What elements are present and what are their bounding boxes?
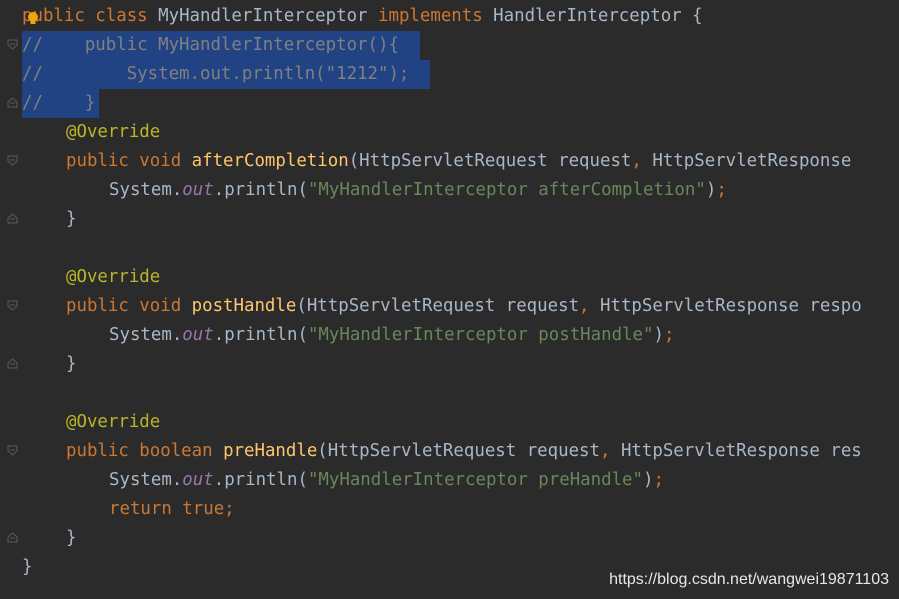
field-out: out xyxy=(182,325,214,345)
params: (HttpServletRequest request xyxy=(296,296,580,316)
code-line-2[interactable]: // public MyHandlerInterceptor(){ xyxy=(0,31,899,60)
comma: , xyxy=(600,441,621,461)
system-ref: System. xyxy=(109,180,183,200)
code-line-6[interactable]: public void afterCompletion(HttpServletR… xyxy=(0,147,899,176)
code-line-15[interactable]: @Override xyxy=(0,408,899,437)
params: (HttpServletRequest request xyxy=(317,441,600,461)
modifiers: public void xyxy=(66,151,192,171)
semicolon: ; xyxy=(224,499,235,519)
system-ref: System. xyxy=(109,325,183,345)
fold-marker-icon[interactable] xyxy=(7,445,18,456)
code-editor[interactable]: public class MyHandlerInterceptor implem… xyxy=(0,0,899,599)
comment-line: // } xyxy=(22,93,96,113)
fold-marker-icon[interactable] xyxy=(7,532,18,543)
system-ref: System. xyxy=(109,470,183,490)
lightbulb-icon[interactable] xyxy=(26,11,40,27)
params: (HttpServletRequest request xyxy=(348,151,632,171)
semicolon: ; xyxy=(716,180,727,200)
println-call: .println( xyxy=(213,180,308,200)
string-literal: "MyHandlerInterceptor afterCompletion" xyxy=(307,180,706,200)
modifiers: public boolean xyxy=(66,441,224,461)
semicolon: ; xyxy=(663,325,675,345)
fold-marker-icon[interactable] xyxy=(7,300,18,311)
watermark-url: https://blog.csdn.net/wangwei19871103 xyxy=(609,571,889,588)
method-name-postHandle: postHandle xyxy=(191,296,297,316)
fold-marker-icon[interactable] xyxy=(7,39,18,50)
code-line-16[interactable]: public boolean preHandle(HttpServletRequ… xyxy=(0,437,899,466)
string-literal: "MyHandlerInterceptor postHandle" xyxy=(307,325,654,345)
field-out: out xyxy=(182,180,214,200)
code-line-8[interactable]: } xyxy=(0,205,899,234)
code-line-19[interactable]: } xyxy=(0,524,899,553)
comment-line: // public MyHandlerInterceptor(){ xyxy=(22,35,399,55)
paren: ) xyxy=(653,325,664,345)
method-name-afterCompletion: afterCompletion xyxy=(191,151,349,171)
class-closing-brace: } xyxy=(22,557,33,577)
string-literal: "MyHandlerInterceptor preHandle" xyxy=(307,470,643,490)
editor-gutter xyxy=(0,0,22,599)
fold-marker-icon[interactable] xyxy=(7,97,18,108)
comma: , xyxy=(631,151,653,171)
params: HttpServletResponse res xyxy=(620,441,862,461)
class-name: MyHandlerInterceptor xyxy=(158,6,378,26)
keyword-implements: implements xyxy=(378,6,494,26)
closing-brace: } xyxy=(66,354,77,374)
code-line-3[interactable]: // System.out.println("1212"); xyxy=(0,60,899,89)
modifiers: public void xyxy=(66,296,192,316)
code-line-13[interactable]: } xyxy=(0,350,899,379)
fold-marker-icon[interactable] xyxy=(7,213,18,224)
field-out: out xyxy=(182,470,214,490)
comma: , xyxy=(579,296,600,316)
keyword-class: class xyxy=(84,6,159,26)
comment-line: // System.out.println("1212"); xyxy=(22,64,410,84)
method-name-preHandle: preHandle xyxy=(223,441,318,461)
fold-marker-icon[interactable] xyxy=(7,358,18,369)
paren: ) xyxy=(705,180,717,200)
code-line-12[interactable]: System.out.println("MyHandlerInterceptor… xyxy=(0,321,899,350)
closing-brace: } xyxy=(66,209,77,229)
annotation-override: @Override xyxy=(66,122,161,142)
annotation-override: @Override xyxy=(66,412,161,432)
code-line-7[interactable]: System.out.println("MyHandlerInterceptor… xyxy=(0,176,899,205)
closing-brace: } xyxy=(66,528,77,548)
semicolon: ; xyxy=(653,470,664,490)
code-line-11[interactable]: public void postHandle(HttpServletReques… xyxy=(0,292,899,321)
code-line-4[interactable]: // } xyxy=(0,89,899,118)
code-line-17[interactable]: System.out.println("MyHandlerInterceptor… xyxy=(0,466,899,495)
code-line-18[interactable]: return true; xyxy=(0,495,899,524)
println-call: .println( xyxy=(213,470,308,490)
return-statement: return true xyxy=(109,499,225,519)
params: HttpServletResponse respo xyxy=(600,296,862,316)
code-line-5[interactable]: @Override xyxy=(0,118,899,147)
paren: ) xyxy=(643,470,654,490)
code-line-10[interactable]: @Override xyxy=(0,263,899,292)
annotation-override: @Override xyxy=(66,267,161,287)
interface-name: HandlerInterceptor { xyxy=(493,6,703,26)
fold-marker-icon[interactable] xyxy=(7,155,18,166)
println-call: .println( xyxy=(213,325,308,345)
params: HttpServletResponse xyxy=(652,151,862,171)
code-line-1[interactable]: public class MyHandlerInterceptor implem… xyxy=(0,2,899,31)
